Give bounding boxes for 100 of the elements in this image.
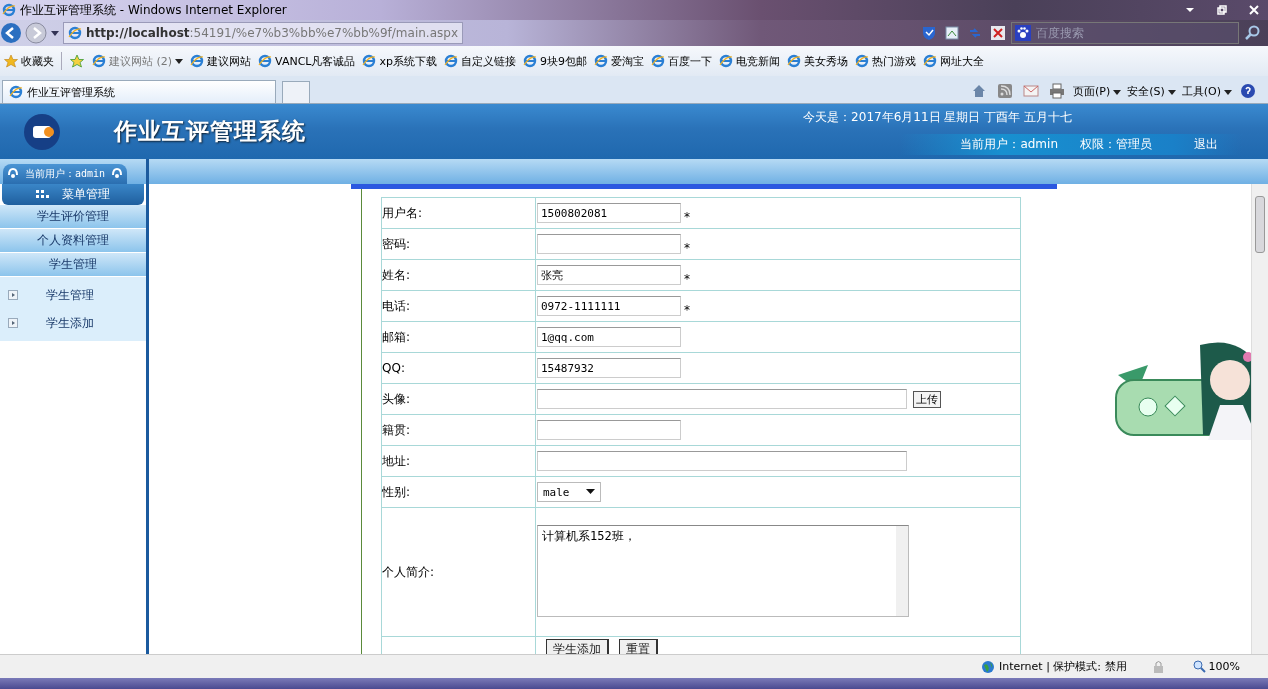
menu-button[interactable]: 工具(O) (1181, 84, 1232, 99)
favorite-link[interactable]: xp系统下载 (362, 53, 437, 69)
field-label: 用户名: (382, 204, 423, 222)
ie-icon[interactable] (922, 54, 937, 68)
input-field[interactable]: 15487932 (537, 358, 681, 378)
menu-title-text: 菜单管理 (62, 186, 110, 203)
input-field[interactable]: 1500802081 (537, 203, 681, 223)
shield-icon[interactable] (921, 25, 937, 41)
search-icon[interactable] (1244, 25, 1262, 41)
current-user: 当前用户：admin (25, 167, 106, 181)
upload-button[interactable]: 上传 (913, 390, 941, 408)
favorite-link[interactable]: 百度一下 (650, 53, 712, 69)
grid-icon (36, 189, 50, 200)
zoom-icon (1192, 660, 1206, 673)
gender-select[interactable]: male (537, 482, 601, 502)
favorite-link[interactable]: 电竞新闻 (718, 53, 780, 69)
bullet-icon (8, 290, 18, 300)
restore-icon[interactable] (1216, 4, 1228, 16)
caret-icon (1224, 87, 1232, 96)
required-mark: * (684, 272, 690, 288)
field-label: QQ: (382, 361, 405, 375)
paw-icon (1015, 25, 1031, 41)
favorite-link[interactable]: 爱淘宝 (593, 53, 644, 69)
favorite-link[interactable]: 网址大全 (922, 53, 984, 69)
field-label: 地址: (382, 452, 411, 470)
caret-icon[interactable] (50, 28, 60, 38)
input-field[interactable] (537, 389, 907, 409)
menu-section[interactable]: 学生管理 (0, 253, 146, 277)
page-icon[interactable] (68, 26, 82, 40)
menu-item[interactable]: 学生添加 (46, 314, 94, 332)
browser-tab[interactable]: 作业互评管理系统 (2, 80, 276, 103)
form-button[interactable]: 学生添加 (546, 639, 609, 654)
field-label: 电话: (382, 297, 411, 315)
menu-section[interactable]: 学生评价管理 (0, 205, 146, 229)
menu-button[interactable]: 页面(P) (1072, 84, 1122, 99)
favorite-link[interactable]: 建议网站 (2) (92, 53, 184, 69)
favorites-button[interactable]: 收藏夹 (4, 53, 54, 69)
scroll-thumb[interactable] (1255, 196, 1265, 253)
menu-button[interactable]: 安全(S) (1127, 84, 1176, 99)
stop-icon[interactable] (990, 25, 1006, 41)
star-icon (4, 54, 18, 68)
ie-icon[interactable] (650, 54, 665, 68)
ie-icon[interactable] (9, 85, 23, 99)
ie-icon[interactable] (786, 54, 801, 68)
logout-link[interactable]: 退出 (1194, 135, 1218, 153)
required-mark: * (684, 210, 690, 226)
menu-section[interactable]: 个人资料管理 (0, 229, 146, 253)
favorite-link[interactable]: 9块9包邮 (522, 53, 587, 69)
ie-icon[interactable] (593, 54, 608, 68)
favorite-link[interactable]: 建议网站 (190, 53, 252, 69)
address-field[interactable]: http://localhost:54191/%e7%b3%bb%e7%bb%9f/main.aspx (63, 22, 463, 44)
input-field[interactable] (537, 420, 681, 440)
menu-item[interactable]: 学生管理 (46, 286, 94, 304)
date-text: 今天是：2017年6月11日 星期日 丁酉年 五月十七 (803, 108, 1072, 126)
add-favorite-icon[interactable] (69, 54, 85, 68)
caret-icon (1113, 87, 1122, 96)
field-label: 籍贯: (382, 421, 411, 439)
favorite-link[interactable]: 热门游戏 (854, 53, 916, 69)
help-icon[interactable] (1240, 83, 1258, 99)
ie-icon[interactable] (258, 54, 273, 68)
ie-icon[interactable] (190, 54, 205, 68)
ie-icon[interactable] (2, 3, 16, 17)
ie-icon[interactable] (92, 54, 106, 68)
scrollbar[interactable] (1251, 184, 1268, 654)
bullet-icon (8, 318, 18, 328)
mail-icon[interactable] (1022, 83, 1039, 99)
ie-icon[interactable] (443, 54, 458, 68)
field-label: 密码: (382, 235, 411, 253)
zoom-level[interactable]: 100% (1192, 660, 1240, 673)
favorite-link[interactable]: 自定义链接 (443, 53, 516, 69)
feed-icon[interactable] (996, 83, 1013, 99)
close-icon[interactable] (1248, 4, 1260, 16)
new-tab-button[interactable] (282, 81, 310, 103)
printer-icon[interactable] (1048, 83, 1065, 99)
field-label: 姓名: (382, 266, 411, 284)
ie-icon[interactable] (522, 54, 537, 68)
field-label: 头像: (382, 390, 411, 408)
form-button[interactable]: 重置 (619, 639, 658, 654)
input-field[interactable] (537, 451, 907, 471)
input-field[interactable]: 0972-1111111 (537, 296, 681, 316)
ie-icon[interactable] (362, 54, 377, 68)
scrollbar[interactable] (896, 526, 908, 616)
text-area[interactable]: 计算机系152班， (537, 525, 909, 617)
favorite-link[interactable]: 美女秀场 (786, 53, 848, 69)
search-field[interactable]: 百度搜索 (1011, 22, 1239, 44)
input-field[interactable] (537, 234, 681, 254)
ie-icon[interactable] (854, 54, 869, 68)
search-input[interactable]: 百度搜索 (1034, 25, 1218, 41)
caret-icon (175, 57, 184, 65)
role-text: 权限：管理员 (1080, 135, 1152, 153)
input-field[interactable]: 张亮 (537, 265, 681, 285)
globe-icon (980, 659, 995, 674)
hook-icon (111, 167, 124, 181)
input-field[interactable]: 1@qq.com (537, 327, 681, 347)
field-label: 性别: (382, 483, 411, 501)
caret-icon (1167, 87, 1176, 96)
back-icon[interactable] (0, 22, 22, 44)
site-title: 作业互评管理系统 (114, 116, 306, 146)
ie-icon[interactable] (718, 54, 733, 68)
favorite-link[interactable]: VANCL凡客诚品 (258, 53, 356, 69)
